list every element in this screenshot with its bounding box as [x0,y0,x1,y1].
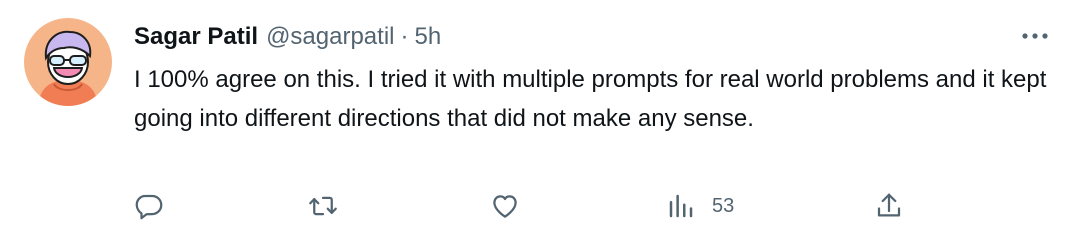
avatar[interactable] [24,18,112,106]
views-count: 53 [712,194,735,217]
retweet-button[interactable] [308,186,338,226]
tweet-card[interactable]: Sagar Patil @sagarpatil · 5h I 100% agre… [0,0,1080,242]
share-button[interactable] [874,186,904,226]
share-icon [877,193,901,217]
more-icon [1022,33,1048,39]
reply-button[interactable] [134,186,164,226]
bar-chart-icon [669,194,693,218]
tweet-text: I 100% agree on this. I tried it with mu… [134,66,1047,132]
retweet-icon [309,196,337,216]
reply-icon [135,194,163,220]
author-handle[interactable]: @sagarpatil [266,23,394,51]
more-options-button[interactable] [1020,24,1050,48]
like-button[interactable] [490,186,520,226]
tweet-header: Sagar Patil @sagarpatil · 5h [134,22,441,52]
separator-dot: · [400,23,409,50]
timestamp[interactable]: 5h [415,23,442,51]
heart-icon [493,195,517,218]
views-button[interactable]: 53 [666,186,734,226]
avatar-illustration [38,30,98,106]
author-name[interactable]: Sagar Patil [134,23,258,51]
action-bar: 53 [134,186,1044,226]
